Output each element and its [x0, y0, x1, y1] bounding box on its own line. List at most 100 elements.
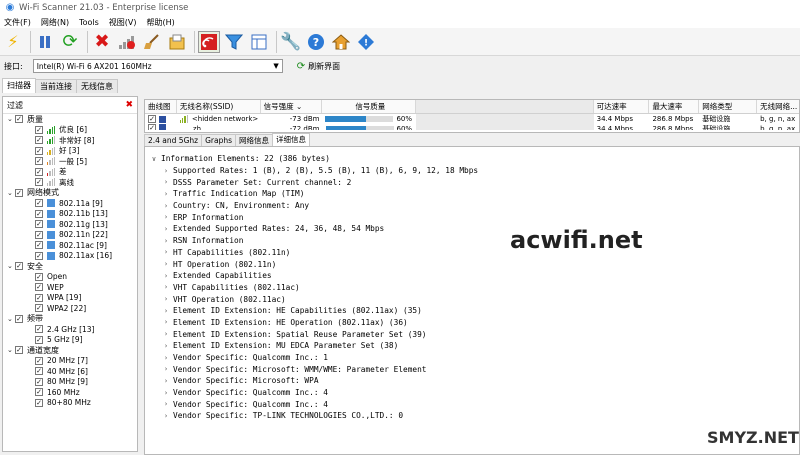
checkbox[interactable]: ✓	[35, 325, 43, 334]
tree-node[interactable]: › Country: CN, Environment: Any	[145, 200, 799, 212]
tree-node[interactable]: › Traffic Indication Map (TIM)	[145, 188, 799, 200]
columns-icon[interactable]	[248, 31, 270, 53]
tab-network-info[interactable]: 网络信息	[235, 134, 274, 146]
tree-node[interactable]: › DSSS Parameter Set: Current channel: 2	[145, 176, 799, 188]
checkbox[interactable]: ✓	[148, 124, 156, 130]
column-header[interactable]: 曲线图	[145, 100, 177, 113]
table-row[interactable]: ✓ zh... -72 dBm 60% 34.4 Mbps 286.8 Mbps…	[145, 124, 799, 130]
filter-item[interactable]: ✓ 优良 [6]	[3, 125, 137, 136]
checkbox[interactable]: ✓	[35, 356, 43, 365]
delete-icon[interactable]: ✖	[91, 31, 113, 53]
filter-item[interactable]: ✓ 802.11n [22]	[3, 230, 137, 241]
filter-icon[interactable]	[223, 31, 245, 53]
checkbox[interactable]: ✓	[15, 346, 23, 355]
checkbox[interactable]: ✓	[35, 136, 43, 145]
checkbox[interactable]: ✓	[35, 304, 43, 313]
checkbox[interactable]: ✓	[35, 209, 43, 218]
home-icon[interactable]	[330, 31, 352, 53]
filter-item[interactable]: ✓ WPA [19]	[3, 293, 137, 304]
checkbox[interactable]: ✓	[35, 178, 43, 187]
filter-item[interactable]: ✓ 802.11g [13]	[3, 219, 137, 230]
info-icon[interactable]: !	[355, 31, 377, 53]
export-icon[interactable]	[166, 31, 188, 53]
menu-network[interactable]: 网络(N)	[41, 17, 69, 28]
tab-scanner[interactable]: 扫描器	[2, 78, 36, 93]
filter-group-quality[interactable]: ⌄ ✓ 质量	[3, 114, 137, 125]
tree-node-root[interactable]: ∨ Information Elements: 22 (386 bytes)	[145, 153, 799, 165]
refresh-interface-button[interactable]: ⟳ 刷新界面	[297, 61, 340, 72]
filter-item[interactable]: ✓ 40 MHz [6]	[3, 366, 137, 377]
checkbox[interactable]: ✓	[35, 125, 43, 134]
wrench-icon[interactable]: 🔧	[280, 31, 302, 53]
adapter-select[interactable]: Intel(R) Wi-Fi 6 AX201 160MHz ▼	[32, 59, 283, 73]
tab-current-connection[interactable]: 当前连接	[35, 79, 77, 93]
tree-node[interactable]: › RSN Information	[145, 235, 799, 247]
filter-item[interactable]: ✓ Open	[3, 272, 137, 283]
filter-item[interactable]: ✓ 802.11ac [9]	[3, 240, 137, 251]
filter-item[interactable]: ✓ 80 MHz [9]	[3, 377, 137, 388]
checkbox[interactable]: ✓	[35, 241, 43, 250]
checkbox[interactable]: ✓	[35, 272, 43, 281]
checkbox[interactable]: ✓	[15, 262, 23, 271]
filter-item[interactable]: ✓ WEP	[3, 282, 137, 293]
column-header[interactable]: 无线网络...	[757, 100, 799, 113]
pause-icon[interactable]	[34, 31, 56, 53]
checkbox[interactable]: ✓	[35, 367, 43, 376]
signal-red-icon[interactable]	[116, 31, 138, 53]
checkbox[interactable]: ✓	[35, 220, 43, 229]
tree-node[interactable]: › Vendor Specific: Qualcomm Inc.: 4	[145, 398, 799, 410]
tree-node[interactable]: › VHT Capabilities (802.11ac)	[145, 282, 799, 294]
filter-item[interactable]: ✓ WPA2 [22]	[3, 303, 137, 314]
filter-group-channel-width[interactable]: ⌄ ✓ 通道宽度	[3, 345, 137, 356]
tree-node[interactable]: › Extended Supported Rates: 24, 36, 48, 5…	[145, 223, 799, 235]
filter-item[interactable]: ✓ 802.11ax [16]	[3, 251, 137, 262]
tab-bands[interactable]: 2.4 and 5Ghz	[144, 134, 203, 146]
filter-item[interactable]: ✓ 802.11b [13]	[3, 209, 137, 220]
checkbox[interactable]: ✓	[35, 167, 43, 176]
tree-node[interactable]: › Vendor Specific: Qualcomm Inc.: 1	[145, 352, 799, 364]
lightning-icon[interactable]: ⚡	[2, 31, 24, 53]
tree-node[interactable]: › Element ID Extension: HE Capabilities (…	[145, 305, 799, 317]
filter-group-security[interactable]: ⌄ ✓ 安全	[3, 261, 137, 272]
wifi-scan-icon[interactable]	[198, 30, 220, 53]
filter-group-network-mode[interactable]: ⌄ ✓ 网络模式	[3, 188, 137, 199]
checkbox[interactable]: ✓	[35, 251, 43, 260]
checkbox[interactable]: ✓	[35, 335, 43, 344]
menu-tools[interactable]: Tools	[79, 18, 99, 27]
tree-node[interactable]: › HT Capabilities (802.11n)	[145, 247, 799, 259]
checkbox[interactable]: ✓	[35, 230, 43, 239]
checkbox[interactable]: ✓	[15, 314, 23, 323]
column-header[interactable]: 无线名称(SSID)	[177, 100, 261, 113]
filter-group-band[interactable]: ⌄ ✓ 频带	[3, 314, 137, 325]
column-header[interactable]: 信号质量	[322, 100, 417, 113]
tree-node[interactable]: › Element ID Extension: MU EDCA Parameter…	[145, 340, 799, 352]
column-header[interactable]: 可达速率	[594, 100, 650, 113]
refresh-icon[interactable]: ⟳	[59, 31, 81, 53]
tree-node[interactable]: › Vendor Specific: Microsoft: WPA	[145, 375, 799, 387]
column-header[interactable]: 最大速率	[649, 100, 700, 113]
checkbox[interactable]: ✓	[15, 188, 23, 197]
filter-item[interactable]: ✓ 20 MHz [7]	[3, 356, 137, 367]
tab-details[interactable]: 详细信息	[272, 133, 311, 146]
filter-item[interactable]: ✓ 好 [3]	[3, 146, 137, 157]
checkbox[interactable]: ✓	[15, 115, 23, 124]
tree-node[interactable]: › Vendor Specific: Qualcomm Inc.: 4	[145, 387, 799, 399]
tree-node[interactable]: › Vendor Specific: TP-LINK TECHNOLOGIES C…	[145, 410, 799, 422]
checkbox[interactable]: ✓	[35, 388, 43, 397]
checkbox[interactable]: ✓	[35, 377, 43, 386]
filter-item[interactable]: ✓ 5 GHz [9]	[3, 335, 137, 346]
menu-view[interactable]: 视图(V)	[109, 17, 137, 28]
tree-node[interactable]: › Vendor Specific: Microsoft: WMM/WME: Pa…	[145, 363, 799, 375]
checkbox[interactable]: ✓	[35, 293, 43, 302]
filter-item[interactable]: ✓ 80+80 MHz	[3, 398, 137, 409]
broom-icon[interactable]	[141, 31, 163, 53]
filter-item[interactable]: ✓ 差	[3, 167, 137, 178]
tab-wireless-info[interactable]: 无线信息	[76, 79, 118, 93]
column-header-signal[interactable]: 信号强度 ⌄	[261, 100, 323, 113]
tree-node[interactable]: › Extended Capabilities	[145, 270, 799, 282]
checkbox[interactable]: ✓	[35, 283, 43, 292]
filter-item[interactable]: ✓ 2.4 GHz [13]	[3, 324, 137, 335]
tree-node[interactable]: › VHT Operation (802.11ac)	[145, 293, 799, 305]
tab-graphs[interactable]: Graphs	[201, 134, 237, 146]
filter-item[interactable]: ✓ 一般 [5]	[3, 156, 137, 167]
